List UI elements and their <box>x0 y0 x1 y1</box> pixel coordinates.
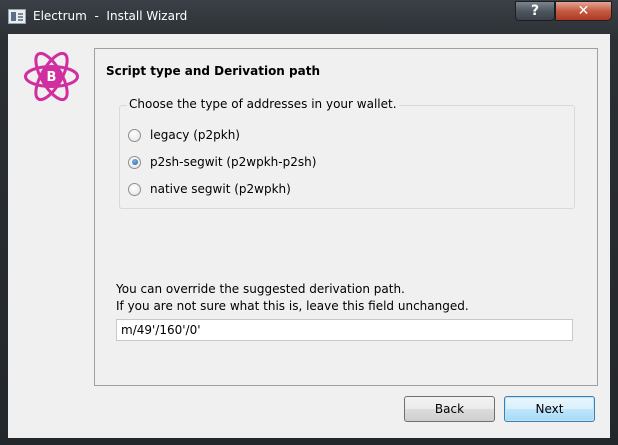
radio-label-legacy: legacy (p2pkh) <box>150 128 240 142</box>
wizard-client-area: B Script type and Derivation path legacy… <box>8 34 610 438</box>
address-group-title: Choose the type of addresses in your wal… <box>127 97 399 111</box>
help-icon: ? <box>530 3 540 19</box>
close-button[interactable]: ✕ <box>555 1 612 21</box>
close-icon: ✕ <box>577 3 590 19</box>
hint-line-1: You can override the suggested derivatio… <box>116 282 405 296</box>
hint-line-2: If you are not sure what this is, leave … <box>116 299 469 313</box>
wizard-page: Script type and Derivation path legacy (… <box>94 48 598 386</box>
svg-text:B: B <box>47 70 57 85</box>
help-button[interactable]: ? <box>515 1 555 21</box>
electrum-logo-icon: B <box>24 51 79 102</box>
radio-p2sh-segwit[interactable]: p2sh-segwit (p2wpkh-p2sh) <box>128 153 316 171</box>
derivation-hint: You can override the suggested derivatio… <box>116 281 469 315</box>
title-bar[interactable]: Electrum - Install Wizard ? ✕ <box>0 0 618 34</box>
radio-button[interactable] <box>128 182 141 196</box>
radio-label-p2sh-segwit: p2sh-segwit (p2wpkh-p2sh) <box>150 155 317 169</box>
radio-label-native-segwit: native segwit (p2wpkh) <box>150 182 291 196</box>
back-button[interactable]: Back <box>404 396 495 422</box>
derivation-path-input[interactable] <box>116 319 573 341</box>
page-title: Script type and Derivation path <box>106 64 320 78</box>
radio-legacy[interactable]: legacy (p2pkh) <box>128 126 240 144</box>
radio-button-checked[interactable] <box>128 155 141 169</box>
radio-native-segwit[interactable]: native segwit (p2wpkh) <box>128 180 291 198</box>
next-button[interactable]: Next <box>504 396 595 422</box>
address-type-group: legacy (p2pkh) p2sh-segwit (p2wpkh-p2sh)… <box>119 105 575 209</box>
app-icon <box>8 9 26 24</box>
radio-button[interactable] <box>128 128 141 142</box>
window-title: Electrum - Install Wizard <box>33 9 188 23</box>
install-wizard-window: Electrum - Install Wizard ? ✕ B Script t… <box>0 0 618 445</box>
